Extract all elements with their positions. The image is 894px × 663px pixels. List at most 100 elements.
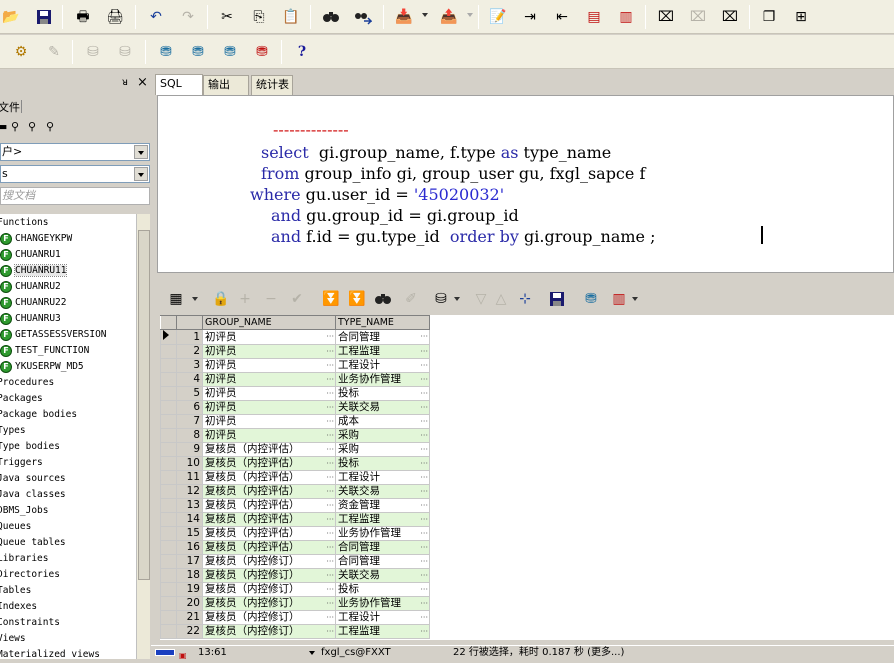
database-icon[interactable]: ⛃ bbox=[580, 288, 602, 310]
cell-group-name[interactable]: 复核员（内控评估） ··· bbox=[202, 484, 336, 499]
row-indicator[interactable] bbox=[160, 540, 177, 555]
gear-icon[interactable]: ⚙ bbox=[10, 41, 32, 63]
cell-group-name[interactable]: 初评员 ··· bbox=[202, 428, 336, 443]
cell-ellipsis-icon[interactable]: ··· bbox=[420, 542, 428, 554]
cell-type-name[interactable]: 工程监理 ··· bbox=[335, 624, 430, 639]
cell-type-name[interactable]: 工程监理 ··· bbox=[335, 344, 430, 359]
row-indicator[interactable] bbox=[160, 582, 177, 597]
table-row[interactable]: 13 复核员（内控评估） ··· 资金管理 ··· bbox=[160, 498, 430, 513]
lock-icon[interactable]: 🔒 bbox=[210, 288, 232, 310]
cell-group-name[interactable]: 初评员 ··· bbox=[202, 414, 336, 429]
cell-group-name[interactable]: 初评员 ··· bbox=[202, 386, 336, 401]
cut-icon[interactable]: ✂ bbox=[216, 6, 238, 28]
next-record-icon[interactable]: ▽ bbox=[470, 288, 492, 310]
chevron-down-icon[interactable] bbox=[134, 145, 148, 159]
table-row[interactable]: 3 初评员 ··· 工程设计 ··· bbox=[160, 358, 430, 373]
cell-group-name[interactable]: 复核员（内控修订） ··· bbox=[202, 568, 336, 583]
uppercase-icon[interactable]: ▤ bbox=[583, 6, 605, 28]
unindent-icon[interactable]: ⇤ bbox=[551, 6, 573, 28]
redo-icon[interactable]: ↷ bbox=[177, 6, 199, 28]
cell-group-name[interactable]: 初评员 ··· bbox=[202, 329, 336, 345]
connection-dropdown-icon[interactable] bbox=[309, 651, 315, 655]
cell-type-name[interactable]: 合同管理 ··· bbox=[335, 554, 430, 569]
row-indicator[interactable] bbox=[160, 526, 177, 541]
tree-item[interactable]: F CHANGEYKPW bbox=[0, 231, 72, 247]
cell-ellipsis-icon[interactable]: ··· bbox=[326, 360, 334, 372]
cell-group-name[interactable]: 复核员（内控修订） ··· bbox=[202, 596, 336, 611]
row-indicator[interactable] bbox=[160, 428, 177, 443]
cell-ellipsis-icon[interactable]: ··· bbox=[326, 598, 334, 610]
cell-group-name[interactable]: 复核员（内控评估） ··· bbox=[202, 498, 336, 513]
row-indicator[interactable] bbox=[160, 358, 177, 373]
tree-item[interactable]: Java classes bbox=[0, 487, 66, 503]
cell-ellipsis-icon[interactable]: ··· bbox=[420, 416, 428, 428]
cell-ellipsis-icon[interactable]: ··· bbox=[420, 374, 428, 386]
cell-ellipsis-icon[interactable]: ··· bbox=[326, 402, 334, 414]
table-row[interactable]: 1 初评员 ··· 合同管理 ··· bbox=[160, 329, 430, 345]
cell-group-name[interactable]: 复核员（内控评估） ··· bbox=[202, 470, 336, 485]
tree-item[interactable]: DBMS_Jobs bbox=[0, 503, 48, 519]
tree-item[interactable]: Indexes bbox=[0, 599, 37, 615]
tab-output[interactable]: 输出 bbox=[203, 75, 249, 95]
tab-statistics[interactable]: 统计表 bbox=[251, 75, 293, 95]
cell-ellipsis-icon[interactable]: ··· bbox=[420, 528, 428, 540]
row-indicator[interactable] bbox=[160, 512, 177, 527]
cell-ellipsis-icon[interactable]: ··· bbox=[420, 430, 428, 442]
cell-ellipsis-icon[interactable]: ··· bbox=[326, 626, 334, 638]
tree-item[interactable]: Libraries bbox=[0, 551, 48, 567]
row-indicator[interactable] bbox=[160, 610, 177, 625]
tree-item[interactable]: Triggers bbox=[0, 455, 43, 471]
comment-icon[interactable]: 📝 bbox=[487, 6, 509, 28]
cell-ellipsis-icon[interactable]: ··· bbox=[420, 388, 428, 400]
table-row[interactable]: 7 初评员 ··· 成本 ··· bbox=[160, 414, 430, 429]
chevron-down-icon[interactable] bbox=[134, 167, 148, 181]
find-icon[interactable] bbox=[320, 6, 342, 28]
cell-ellipsis-icon[interactable]: ··· bbox=[420, 612, 428, 624]
cell-ellipsis-icon[interactable]: ··· bbox=[420, 584, 428, 596]
cell-type-name[interactable]: 采购 ··· bbox=[335, 442, 430, 457]
open-folder-icon[interactable]: 📂 bbox=[0, 6, 22, 28]
tree-item[interactable]: Directories bbox=[0, 567, 60, 583]
row-indicator[interactable] bbox=[160, 484, 177, 499]
cell-ellipsis-icon[interactable]: ··· bbox=[326, 486, 334, 498]
row-indicator[interactable] bbox=[160, 386, 177, 401]
tree-item[interactable]: Procedures bbox=[0, 375, 54, 391]
cell-ellipsis-icon[interactable]: ··· bbox=[326, 430, 334, 442]
owner-select[interactable]: 户> bbox=[0, 143, 150, 161]
row-indicator[interactable] bbox=[160, 554, 177, 569]
row-indicator[interactable] bbox=[160, 344, 177, 359]
tree-item[interactable]: Queue tables bbox=[0, 535, 66, 551]
cell-ellipsis-icon[interactable]: ··· bbox=[420, 570, 428, 582]
column-header-type-name[interactable]: TYPE_NAME bbox=[335, 315, 430, 330]
table-row[interactable]: 14 复核员（内控评估） ··· 工程监理 ··· bbox=[160, 512, 430, 527]
table-row[interactable]: 2 初评员 ··· 工程监理 ··· bbox=[160, 344, 430, 359]
fetch-next-icon[interactable]: ⏬ bbox=[320, 288, 342, 310]
tree-item[interactable]: Java sources bbox=[0, 471, 66, 487]
cell-group-name[interactable]: 复核员（内控评估） ··· bbox=[202, 442, 336, 457]
pin-icon[interactable]: ᴚ bbox=[122, 77, 128, 88]
undo-icon[interactable]: ↶ bbox=[145, 6, 167, 28]
tree-scrollbar-thumb[interactable] bbox=[138, 230, 150, 580]
cell-group-name[interactable]: 初评员 ··· bbox=[202, 358, 336, 373]
table-row[interactable]: 5 初评员 ··· 投标 ··· bbox=[160, 386, 430, 401]
table-row[interactable]: 21 复核员（内控修订） ··· 工程设计 ··· bbox=[160, 610, 430, 625]
cell-type-name[interactable]: 工程设计 ··· bbox=[335, 358, 430, 373]
cell-ellipsis-icon[interactable]: ··· bbox=[326, 444, 334, 456]
tree-item[interactable]: Tables bbox=[0, 583, 31, 599]
table-row[interactable]: 11 复核员（内控评估） ··· 工程设计 ··· bbox=[160, 470, 430, 485]
lowercase-icon[interactable]: ▥ bbox=[615, 6, 637, 28]
cell-group-name[interactable]: 初评员 ··· bbox=[202, 400, 336, 415]
cell-ellipsis-icon[interactable]: ··· bbox=[420, 514, 428, 526]
tree-item[interactable]: Package bodies bbox=[0, 407, 77, 423]
cell-type-name[interactable]: 工程设计 ··· bbox=[335, 610, 430, 625]
cell-ellipsis-icon[interactable]: ··· bbox=[420, 556, 428, 568]
tree-item[interactable]: Constraints bbox=[0, 615, 60, 631]
cell-ellipsis-icon[interactable]: ··· bbox=[326, 416, 334, 428]
export-grid-icon[interactable] bbox=[546, 288, 568, 310]
object-tree[interactable]: Functions F CHANGEYKPW F CHUANRU1 F CHUANRU11 F… bbox=[0, 214, 136, 659]
sql-window-icon[interactable]: ⛃ bbox=[187, 41, 209, 63]
sql-editor[interactable]: -------------- select gi.group_name, f.t… bbox=[157, 95, 894, 273]
qbe-dropdown-icon[interactable] bbox=[454, 297, 460, 301]
fetch-all-icon[interactable]: ⏬ bbox=[346, 288, 368, 310]
cell-ellipsis-icon[interactable]: ··· bbox=[420, 444, 428, 456]
